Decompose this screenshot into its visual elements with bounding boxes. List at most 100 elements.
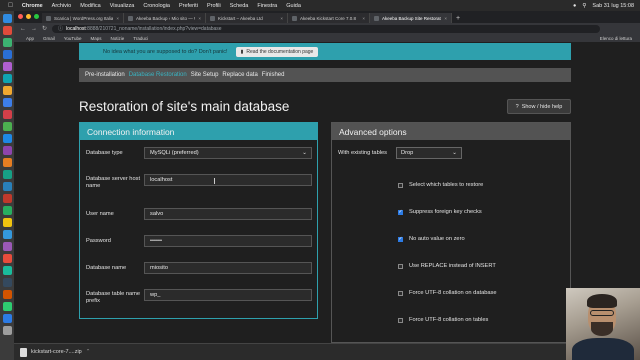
app-icon[interactable] xyxy=(2,122,12,131)
app-icon[interactable] xyxy=(2,74,12,83)
reading-list[interactable]: Elenco di lettura xyxy=(600,36,640,41)
webcam-overlay xyxy=(566,288,640,360)
host-input[interactable]: localhost xyxy=(144,174,312,186)
existing-tables-label: With existing tables xyxy=(338,150,387,156)
trash-icon[interactable] xyxy=(2,326,12,335)
checkbox-checked[interactable]: ✓ xyxy=(398,236,403,242)
user-label: User name xyxy=(86,211,114,217)
app-icon[interactable] xyxy=(2,146,12,155)
app-icon[interactable] xyxy=(2,254,12,263)
option-select-tables[interactable]: Select which tables to restore xyxy=(398,182,483,188)
browser-tab[interactable]: Akeeba Backup ‹ Mio sito — W × xyxy=(124,13,206,23)
browser-tab[interactable]: Akeeba Kickstart Core 7.0.8 × xyxy=(288,13,370,23)
minimize-window-icon[interactable] xyxy=(26,14,31,19)
app-icon[interactable] xyxy=(2,194,12,203)
app-icon[interactable] xyxy=(2,218,12,227)
prefix-input[interactable]: wp_ xyxy=(144,289,312,301)
app-icon[interactable] xyxy=(2,86,12,95)
menu-archivio[interactable]: Archivio xyxy=(52,3,72,9)
option-utf8-tables[interactable]: Force UTF-8 collation on tables xyxy=(398,317,488,323)
app-icon[interactable] xyxy=(2,62,12,71)
close-tab-icon[interactable]: × xyxy=(198,16,201,21)
app-icon[interactable] xyxy=(2,134,12,143)
app-icon[interactable] xyxy=(2,266,12,275)
db-type-label: Database type xyxy=(86,150,123,156)
address-bar[interactable]: ⓘ localhost :8888/210721_noname/installa… xyxy=(52,24,600,33)
step-replace-data[interactable]: Replace data xyxy=(222,72,257,78)
zoom-window-icon[interactable] xyxy=(34,14,39,19)
app-icon[interactable] xyxy=(2,110,12,119)
read-docs-button[interactable]: ▮ Read the documentation page xyxy=(235,46,319,57)
app-icon[interactable] xyxy=(2,290,12,299)
step-database-restoration[interactable]: Database Restoration xyxy=(129,72,187,78)
app-icon[interactable] xyxy=(2,302,12,311)
bookmark-notizie[interactable]: Notizie xyxy=(110,36,124,41)
checkbox[interactable] xyxy=(398,263,403,269)
option-suppress-fk[interactable]: ✓ Suppress foreign key checks xyxy=(398,209,482,215)
browser-tab[interactable]: Kickstart – Akeeba Ltd × xyxy=(206,13,288,23)
bookmark-youtube[interactable]: YouTube xyxy=(64,36,82,41)
app-icon[interactable] xyxy=(2,170,12,179)
app-icon[interactable] xyxy=(2,182,12,191)
dbname-input[interactable]: miosito xyxy=(144,262,312,274)
chevron-up-icon[interactable]: ⌃ xyxy=(86,349,91,355)
step-site-setup[interactable]: Site Setup xyxy=(191,72,219,78)
app-icon[interactable] xyxy=(2,98,12,107)
bookmark-app[interactable]: App xyxy=(26,36,34,41)
browser-tab-active[interactable]: Akeeba Backup Site Restorat... × xyxy=(370,13,452,23)
forward-icon[interactable]: → xyxy=(31,26,37,32)
checkbox[interactable] xyxy=(398,182,403,188)
menubar-clock[interactable]: Sab 31 lug 15:08 xyxy=(592,3,634,9)
bookmark-maps[interactable]: Maps xyxy=(90,36,101,41)
menubar-app-name[interactable]: Chrome xyxy=(22,3,43,9)
app-icon[interactable] xyxy=(2,50,12,59)
reload-icon[interactable]: ↻ xyxy=(42,25,47,32)
user-input[interactable]: salvo xyxy=(144,208,312,220)
password-input[interactable]: •••••• xyxy=(144,235,312,247)
menu-profili[interactable]: Profili xyxy=(207,3,221,9)
new-tab-icon[interactable]: + xyxy=(456,15,460,22)
menu-guida[interactable]: Guida xyxy=(286,3,301,9)
step-pre-installation[interactable]: Pre-installation xyxy=(85,72,125,78)
app-icon[interactable] xyxy=(2,230,12,239)
close-tab-icon[interactable]: × xyxy=(444,16,447,21)
finder-icon[interactable] xyxy=(2,14,12,23)
close-tab-icon[interactable]: × xyxy=(280,16,283,21)
checkbox-checked[interactable]: ✓ xyxy=(398,209,403,215)
menu-visualizza[interactable]: Visualizza xyxy=(110,3,135,9)
option-label: Select which tables to restore xyxy=(409,182,484,188)
app-icon[interactable] xyxy=(2,206,12,215)
app-icon[interactable] xyxy=(2,278,12,287)
menu-finestra[interactable]: Finestra xyxy=(257,3,277,9)
app-icon[interactable] xyxy=(2,26,12,35)
bookmark-gmail[interactable]: Gmail xyxy=(43,36,55,41)
checkbox[interactable] xyxy=(398,317,403,323)
existing-tables-select[interactable]: Drop ⌄ xyxy=(396,147,462,159)
menu-modifica[interactable]: Modifica xyxy=(80,3,100,9)
app-icon[interactable] xyxy=(2,38,12,47)
apple-icon[interactable]:  xyxy=(8,2,13,9)
toggle-help-button[interactable]: ? Show / hide help xyxy=(507,99,571,114)
back-icon[interactable]: ← xyxy=(20,26,26,32)
wifi-icon[interactable]: ● xyxy=(573,3,576,9)
app-icon[interactable] xyxy=(2,158,12,167)
app-icon[interactable] xyxy=(2,314,12,323)
menu-preferiti[interactable]: Preferiti xyxy=(179,3,198,9)
menu-cronologia[interactable]: Cronologia xyxy=(143,3,170,9)
info-icon[interactable]: ⓘ xyxy=(58,25,63,32)
browser-tab[interactable]: Scarica | WordPress.org Italia × xyxy=(42,13,124,23)
option-use-replace[interactable]: Use REPLACE instead of INSERT xyxy=(398,263,496,269)
step-finished[interactable]: Finished xyxy=(262,72,285,78)
download-filename[interactable]: kickstart-core-7....zip xyxy=(31,349,82,355)
close-tab-icon[interactable]: × xyxy=(362,16,365,21)
app-icon[interactable] xyxy=(2,242,12,251)
bookmark-traduci[interactable]: Traduci xyxy=(133,36,148,41)
menu-scheda[interactable]: Scheda xyxy=(230,3,249,9)
checkbox[interactable] xyxy=(398,290,403,296)
option-no-auto-value[interactable]: ✓ No auto value on zero xyxy=(398,236,465,242)
option-utf8-database[interactable]: Force UTF-8 collation on database xyxy=(398,290,497,296)
close-window-icon[interactable] xyxy=(18,14,23,19)
search-icon[interactable]: ⚲ xyxy=(582,3,586,9)
db-type-select[interactable]: MySQLi (preferred) ⌄ xyxy=(144,147,312,159)
close-tab-icon[interactable]: × xyxy=(116,16,119,21)
